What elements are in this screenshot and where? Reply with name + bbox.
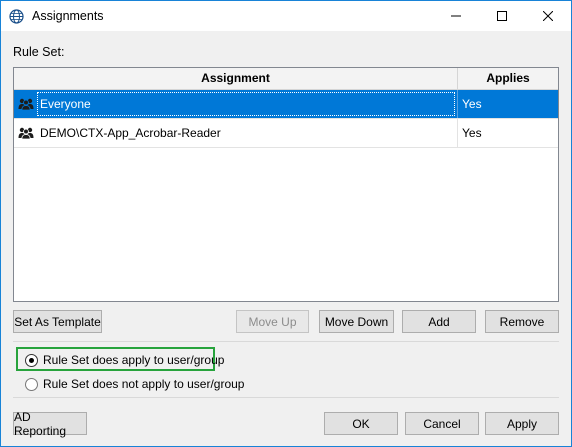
radio-button-checked[interactable] xyxy=(25,353,38,367)
minimize-icon xyxy=(451,15,461,17)
maximize-button[interactable] xyxy=(479,1,525,31)
radio-label-does-apply: Rule Set does apply to user/group xyxy=(43,353,225,367)
assignment-cell: DEMO\CTX-App_Acrobar-Reader xyxy=(14,119,458,147)
assignment-name: DEMO\CTX-App_Acrobar-Reader xyxy=(40,126,221,140)
table-header: Assignment Applies xyxy=(14,68,558,90)
users-group-icon xyxy=(18,127,34,139)
window-title: Assignments xyxy=(32,9,104,23)
column-header-assignment[interactable]: Assignment xyxy=(14,68,458,90)
add-button[interactable]: Add xyxy=(402,310,476,333)
ok-button[interactable]: OK xyxy=(324,412,398,435)
apply-button[interactable]: Apply xyxy=(485,412,559,435)
assignment-cell: Everyone xyxy=(14,90,458,118)
radio-does-apply[interactable]: Rule Set does apply to user/group xyxy=(25,353,224,367)
title-bar[interactable]: Assignments xyxy=(1,1,571,31)
maximize-icon xyxy=(497,11,507,21)
minimize-button[interactable] xyxy=(433,1,479,31)
remove-button[interactable]: Remove xyxy=(485,310,559,333)
applies-value: Yes xyxy=(462,97,482,111)
assignments-table[interactable]: Assignment Applies Everyone Yes DEMO\CTX… xyxy=(13,67,559,302)
set-as-template-button[interactable]: Set As Template xyxy=(13,310,102,333)
assignment-name: Everyone xyxy=(40,97,91,111)
radio-button-unchecked[interactable] xyxy=(25,377,38,391)
rule-set-label: Rule Set: xyxy=(13,45,65,59)
close-button[interactable] xyxy=(525,1,571,31)
ad-reporting-button[interactable]: AD Reporting xyxy=(13,410,87,438)
cancel-button[interactable]: Cancel xyxy=(405,412,479,435)
globe-grid-icon xyxy=(9,9,24,24)
move-down-button[interactable]: Move Down xyxy=(319,310,394,333)
table-row[interactable]: Everyone Yes xyxy=(14,90,558,119)
close-icon xyxy=(543,11,553,21)
users-group-icon xyxy=(18,98,34,110)
column-header-applies[interactable]: Applies xyxy=(458,68,558,90)
radio-does-not-apply[interactable]: Rule Set does not apply to user/group xyxy=(25,377,244,391)
radio-label-does-not-apply: Rule Set does not apply to user/group xyxy=(43,377,245,391)
move-up-button[interactable]: Move Up xyxy=(236,310,309,333)
applies-value: Yes xyxy=(462,126,482,140)
table-row[interactable]: DEMO\CTX-App_Acrobar-Reader Yes xyxy=(14,119,558,148)
assignments-window: Assignments Rule Set: Assignment Applies xyxy=(0,0,572,447)
focus-rect xyxy=(37,92,455,116)
